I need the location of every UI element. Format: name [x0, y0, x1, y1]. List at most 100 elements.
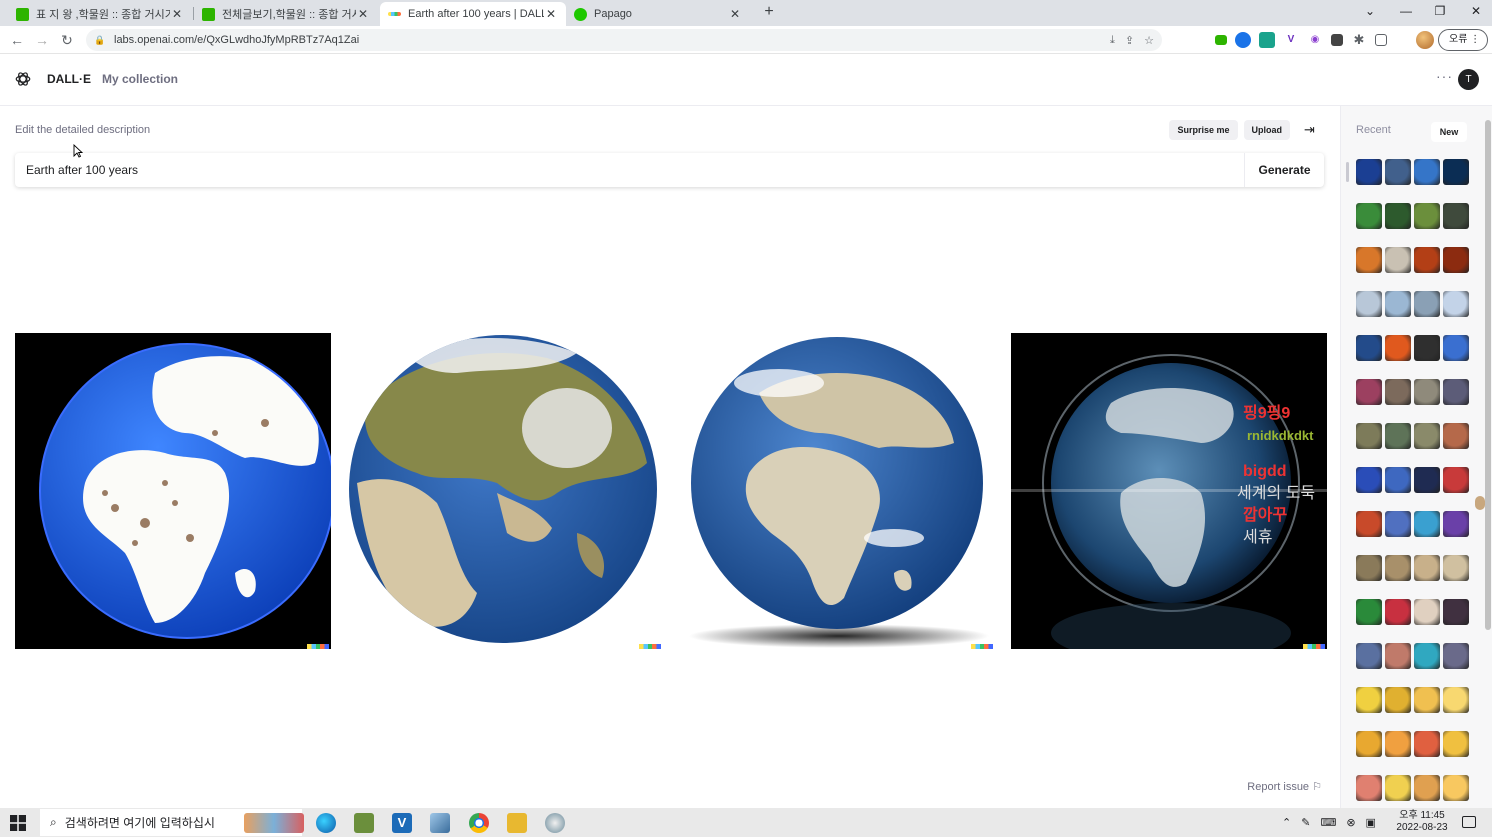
extension-blue-icon[interactable]	[1235, 32, 1251, 48]
windows-start-icon[interactable]	[10, 815, 26, 831]
address-bar[interactable]: 🔒 labs.openai.com/e/QxGLwdhoJfyMpRBTz7Aq…	[86, 29, 1162, 51]
recent-thumbnail[interactable]	[1414, 511, 1440, 537]
close-window-icon[interactable]: ✕	[1458, 0, 1492, 24]
recent-thumbnail[interactable]	[1356, 291, 1382, 317]
user-avatar[interactable]: T	[1458, 69, 1479, 90]
recent-thumbnail[interactable]	[1356, 467, 1382, 493]
result-image-2[interactable]	[347, 333, 663, 649]
collapse-sidebar-icon[interactable]: ⇥	[1304, 122, 1320, 138]
generate-button[interactable]: Generate	[1244, 153, 1324, 187]
browser-tab-3-active[interactable]: Earth after 100 years | DALL·E ✕	[380, 2, 566, 26]
result-image-1[interactable]	[15, 333, 331, 649]
share-icon[interactable]: ⇪	[1125, 34, 1134, 47]
tab-search-icon[interactable]: ⌄	[1352, 0, 1388, 24]
recent-thumbnail[interactable]	[1443, 203, 1469, 229]
taskbar-clock[interactable]: 오후 11:45 2022-08-23	[1392, 810, 1452, 834]
recent-thumbnail[interactable]	[1414, 731, 1440, 757]
minecraft-icon[interactable]	[354, 813, 374, 833]
recent-thumbnail[interactable]	[1414, 335, 1440, 361]
v-app-icon[interactable]: V	[392, 813, 412, 833]
recent-thumbnail[interactable]	[1414, 687, 1440, 713]
extension-teal-icon[interactable]	[1259, 32, 1275, 48]
recent-thumbnail[interactable]	[1443, 511, 1469, 537]
install-icon[interactable]: ⤓	[1110, 34, 1115, 47]
profile-status-button[interactable]: 오류 ⋮	[1438, 29, 1488, 51]
recent-thumbnail[interactable]	[1443, 731, 1469, 757]
recent-thumbnail[interactable]	[1385, 247, 1411, 273]
recent-thumbnail[interactable]	[1443, 335, 1469, 361]
ime-icon[interactable]: ▣	[1366, 816, 1376, 829]
browser-tab-4[interactable]: Papago ✕	[566, 2, 750, 26]
recent-thumbnail[interactable]	[1385, 511, 1411, 537]
recent-thumbnail[interactable]	[1443, 159, 1469, 185]
recent-thumbnail[interactable]	[1385, 775, 1411, 801]
close-tab-icon[interactable]: ✕	[728, 7, 742, 21]
recent-thumbnail[interactable]	[1356, 687, 1382, 713]
recent-thumbnail[interactable]	[1443, 247, 1469, 273]
recent-thumbnail[interactable]	[1385, 423, 1411, 449]
report-issue-link[interactable]: Report issue ⚐	[1247, 780, 1322, 793]
upload-button[interactable]: Upload	[1243, 120, 1290, 140]
floating-extension-icon[interactable]	[1475, 496, 1485, 510]
edge-browser-icon[interactable]	[316, 813, 336, 833]
notification-center-icon[interactable]	[1462, 816, 1476, 828]
extensions-puzzle-icon[interactable]: ✱	[1351, 32, 1367, 48]
recent-thumbnail[interactable]	[1414, 555, 1440, 581]
surprise-me-button[interactable]: Surprise me	[1169, 120, 1238, 140]
recent-thumbnail[interactable]	[1414, 159, 1440, 185]
recent-thumbnail[interactable]	[1356, 335, 1382, 361]
recent-thumbnail[interactable]	[1443, 379, 1469, 405]
minimize-icon[interactable]: —	[1388, 0, 1424, 24]
sidebar-resize-handle[interactable]	[1346, 162, 1349, 182]
openai-logo-icon[interactable]	[14, 70, 32, 88]
keyboard-icon[interactable]: ⌨	[1320, 816, 1336, 829]
new-tab-icon[interactable]: +	[760, 3, 778, 21]
recent-thumbnail[interactable]	[1356, 599, 1382, 625]
recent-thumbnail[interactable]	[1356, 555, 1382, 581]
extension-dark-icon[interactable]	[1331, 34, 1343, 46]
network-icon[interactable]: ⊗	[1346, 816, 1355, 829]
brand-title[interactable]: DALL·E	[47, 72, 91, 86]
more-options-icon[interactable]: ···	[1436, 68, 1453, 84]
recent-thumbnail[interactable]	[1443, 467, 1469, 493]
recent-thumbnail[interactable]	[1356, 731, 1382, 757]
recent-thumbnail[interactable]	[1385, 731, 1411, 757]
recent-thumbnail[interactable]	[1356, 159, 1382, 185]
back-arrow-icon[interactable]: ←	[7, 30, 27, 50]
recent-thumbnail[interactable]	[1385, 467, 1411, 493]
extension-green-icon[interactable]	[1215, 35, 1227, 45]
recent-thumbnail[interactable]	[1414, 203, 1440, 229]
close-tab-icon[interactable]: ✕	[356, 7, 370, 21]
page-scrollbar[interactable]	[1485, 120, 1491, 630]
recent-thumbnail[interactable]	[1414, 775, 1440, 801]
close-tab-icon[interactable]: ✕	[544, 7, 558, 21]
recent-thumbnail[interactable]	[1385, 159, 1411, 185]
side-panel-icon[interactable]	[1375, 34, 1387, 46]
recent-thumbnail[interactable]	[1414, 643, 1440, 669]
recent-thumbnail[interactable]	[1443, 555, 1469, 581]
notes-app-icon[interactable]	[430, 813, 450, 833]
recent-thumbnail[interactable]	[1385, 203, 1411, 229]
recent-thumbnail[interactable]	[1356, 203, 1382, 229]
recent-thumbnail[interactable]	[1385, 291, 1411, 317]
paint-app-icon[interactable]	[545, 813, 565, 833]
recent-thumbnail[interactable]	[1414, 467, 1440, 493]
reload-icon[interactable]: ↻	[57, 30, 77, 50]
restore-icon[interactable]: ❐	[1422, 0, 1458, 24]
recent-thumbnail[interactable]	[1356, 423, 1382, 449]
recent-thumbnail[interactable]	[1443, 423, 1469, 449]
file-explorer-icon[interactable]	[507, 813, 527, 833]
new-button[interactable]: New	[1431, 122, 1467, 142]
recent-thumbnail[interactable]	[1385, 335, 1411, 361]
recent-thumbnail[interactable]	[1356, 775, 1382, 801]
recent-thumbnail[interactable]	[1356, 379, 1382, 405]
recent-thumbnail[interactable]	[1385, 599, 1411, 625]
browser-tab-2[interactable]: 전체글보기,학물원 :: 종합 거시기 ✕	[194, 2, 378, 26]
recent-thumbnail[interactable]	[1414, 599, 1440, 625]
chrome-browser-icon[interactable]	[469, 813, 489, 833]
recent-thumbnail[interactable]	[1414, 247, 1440, 273]
close-tab-icon[interactable]: ✕	[170, 7, 184, 21]
result-image-4[interactable]: 핑9핑9 rnidkdkdkt bigdd 세계의 도둑 깝아꾸 세휴	[1011, 333, 1327, 649]
recent-thumbnail[interactable]	[1443, 599, 1469, 625]
result-image-3[interactable]	[679, 333, 995, 649]
